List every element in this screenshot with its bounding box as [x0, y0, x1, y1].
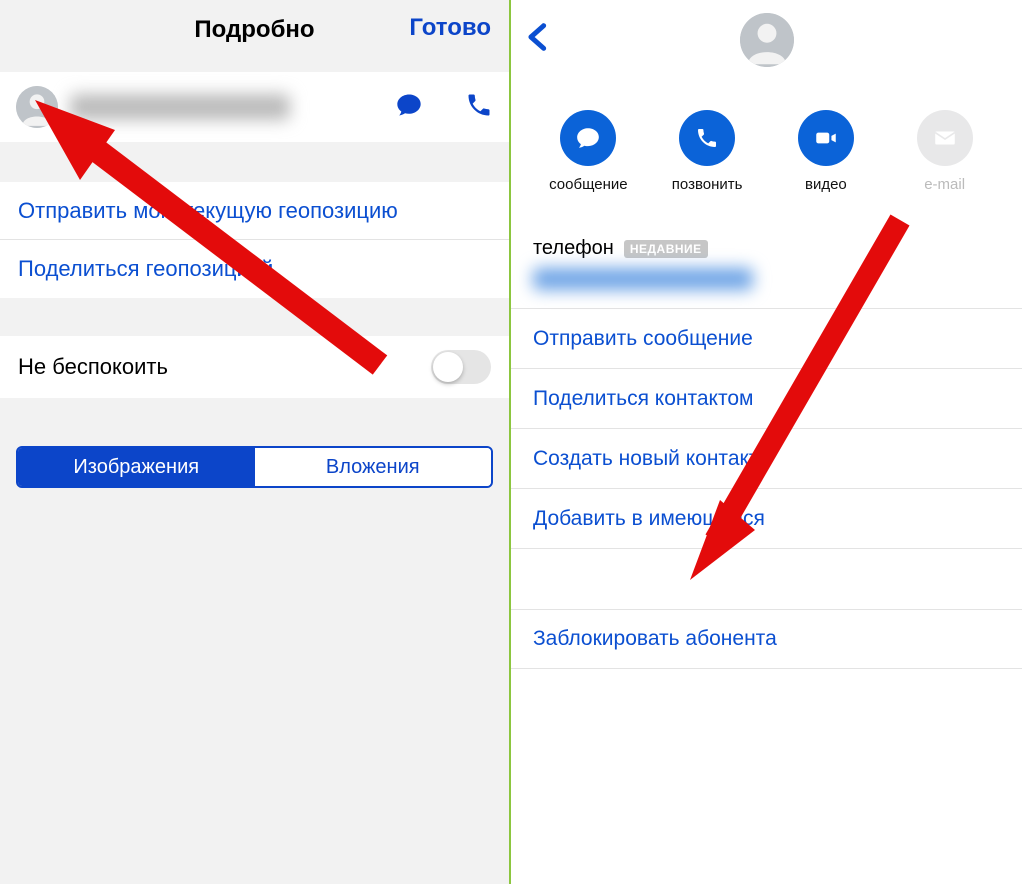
tab-attachments[interactable]: Вложения	[255, 448, 492, 486]
action-message[interactable]: сообщение	[529, 110, 648, 193]
share-location[interactable]: Поделиться геопозицией	[0, 240, 509, 298]
avatar-large-icon	[740, 13, 794, 67]
action-call[interactable]: позвонить	[648, 110, 767, 193]
toggle-knob	[433, 352, 463, 382]
avatar-icon	[16, 86, 58, 128]
action-video-label: видео	[805, 176, 847, 193]
send-message-item[interactable]: Отправить сообщение	[511, 309, 1022, 369]
done-button[interactable]: Готово	[409, 14, 491, 42]
add-to-existing-item[interactable]: Добавить в имеющийся	[511, 489, 1022, 549]
phone-field-label: телефон	[533, 237, 614, 260]
back-button[interactable]	[521, 20, 555, 54]
call-icon[interactable]	[465, 91, 493, 124]
tab-images[interactable]: Изображения	[18, 448, 255, 486]
action-email: e-mail	[885, 110, 1004, 193]
message-circle-icon	[560, 110, 616, 166]
contact-details-pane: Подробно Готово Отправить мою текущую ге…	[0, 0, 511, 884]
share-contact-item[interactable]: Поделиться контактом	[511, 369, 1022, 429]
action-call-label: позвонить	[672, 176, 743, 193]
do-not-disturb-row: Не беспокоить	[0, 336, 509, 398]
recent-badge: НЕДАВНИЕ	[624, 240, 708, 258]
block-caller-item[interactable]: Заблокировать абонента	[511, 609, 1022, 669]
do-not-disturb-toggle[interactable]	[431, 350, 491, 384]
phone-number-blurred	[533, 268, 753, 290]
contact-options-list: Отправить сообщение Поделиться контактом…	[511, 309, 1022, 549]
header-title: Подробно	[194, 16, 314, 44]
phone-section[interactable]: телефон НЕДАВНИЕ	[511, 227, 1022, 309]
email-circle-icon	[917, 110, 973, 166]
send-current-location[interactable]: Отправить мою текущую геопозицию	[0, 182, 509, 240]
contact-card-pane: сообщение позвонить видео e-mail	[511, 0, 1022, 884]
segmented-control: Изображения Вложения	[16, 446, 493, 488]
action-video[interactable]: видео	[767, 110, 886, 193]
create-new-contact-item[interactable]: Создать новый контакт	[511, 429, 1022, 489]
video-circle-icon	[798, 110, 854, 166]
contact-summary-row[interactable]	[0, 72, 509, 142]
location-section: Отправить мою текущую геопозицию Поделит…	[0, 182, 509, 298]
message-icon[interactable]	[395, 91, 423, 124]
action-message-label: сообщение	[549, 176, 627, 193]
phone-number-blurred	[70, 94, 290, 120]
details-header: Подробно Готово	[0, 0, 509, 60]
action-email-label: e-mail	[924, 176, 965, 193]
call-circle-icon	[679, 110, 735, 166]
contact-actions-row: сообщение позвонить видео e-mail	[511, 80, 1022, 205]
do-not-disturb-label: Не беспокоить	[18, 354, 168, 380]
contact-header	[511, 0, 1022, 80]
